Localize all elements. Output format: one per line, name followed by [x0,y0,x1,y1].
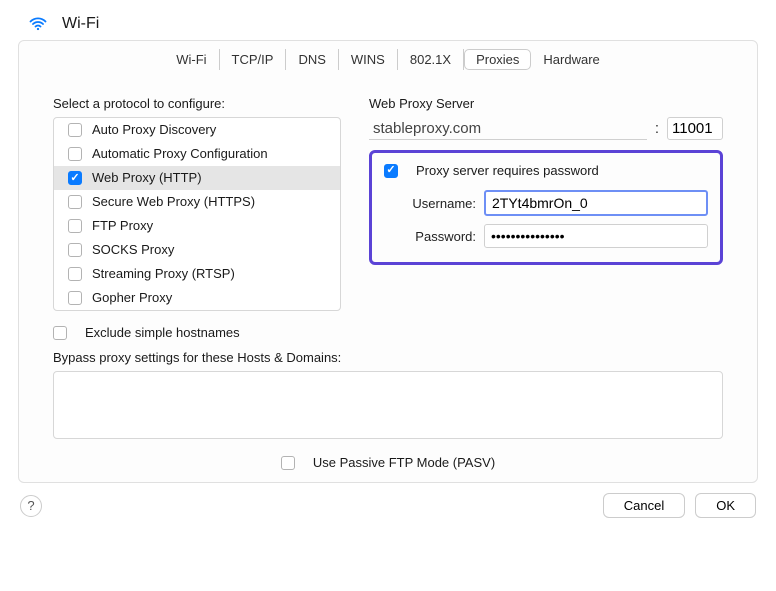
proxy-port-input[interactable] [667,117,723,140]
protocol-item-label: Auto Proxy Discovery [92,121,216,139]
username-input[interactable] [484,190,708,216]
protocol-item-socks-proxy[interactable]: SOCKS Proxy [54,238,340,262]
ok-button[interactable]: OK [695,493,756,518]
bypass-label: Bypass proxy settings for these Hosts & … [53,350,723,365]
tab-proxies[interactable]: Proxies [464,49,531,70]
password-input[interactable] [484,224,708,248]
server-label: Web Proxy Server [369,96,723,111]
server-column: Web Proxy Server : Proxy server requires… [369,96,723,311]
protocol-item-label: Secure Web Proxy (HTTPS) [92,193,255,211]
server-row: : [369,117,723,140]
protocol-list-label: Select a protocol to configure: [53,96,341,111]
protocol-item-label: Streaming Proxy (RTSP) [92,265,235,283]
checkbox-icon[interactable] [68,171,82,185]
footer: ? Cancel OK [0,483,776,528]
protocol-column: Select a protocol to configure: Auto Pro… [53,96,341,311]
protocol-item-web-proxy[interactable]: Web Proxy (HTTP) [54,166,340,190]
tab-wifi[interactable]: Wi-Fi [164,49,219,70]
protocol-item-label: FTP Proxy [92,217,153,235]
checkbox-icon[interactable] [68,123,82,137]
proxy-host-input[interactable] [369,118,647,140]
password-row: Password: [400,224,708,248]
checkbox-icon[interactable] [53,326,67,340]
requires-password-row[interactable]: Proxy server requires password [384,163,708,178]
protocol-item-label: Gopher Proxy [92,289,172,307]
checkbox-icon[interactable] [68,195,82,209]
checkbox-icon[interactable] [384,164,398,178]
protocol-item-auto-discovery[interactable]: Auto Proxy Discovery [54,118,340,142]
protocol-item-streaming-proxy[interactable]: Streaming Proxy (RTSP) [54,262,340,286]
tab-wins[interactable]: WINS [339,49,398,70]
page-title: Wi-Fi [62,15,99,33]
exclude-hostnames-row[interactable]: Exclude simple hostnames [53,325,723,340]
tab-bar: Wi-Fi TCP/IP DNS WINS 802.1X Proxies Har… [19,41,757,76]
tab-hardware[interactable]: Hardware [531,49,611,70]
wifi-icon [28,14,48,34]
checkbox-icon[interactable] [68,147,82,161]
protocol-list[interactable]: Auto Proxy Discovery Automatic Proxy Con… [53,117,341,311]
tab-dns[interactable]: DNS [286,49,338,70]
password-label: Password: [400,229,476,244]
protocol-item-ftp-proxy[interactable]: FTP Proxy [54,214,340,238]
settings-panel: Wi-Fi TCP/IP DNS WINS 802.1X Proxies Har… [18,40,758,483]
wifi-proxy-settings-window: Wi-Fi Wi-Fi TCP/IP DNS WINS 802.1X Proxi… [0,0,776,591]
protocol-item-secure-web-proxy[interactable]: Secure Web Proxy (HTTPS) [54,190,340,214]
protocol-item-auto-config[interactable]: Automatic Proxy Configuration [54,142,340,166]
checkbox-icon[interactable] [68,291,82,305]
checkbox-icon[interactable] [281,456,295,470]
checkbox-icon[interactable] [68,267,82,281]
bypass-textarea[interactable] [53,371,723,439]
pasv-label: Use Passive FTP Mode (PASV) [313,455,495,470]
checkbox-icon[interactable] [68,219,82,233]
content-area: Select a protocol to configure: Auto Pro… [19,76,757,315]
protocol-item-label: Automatic Proxy Configuration [92,145,268,163]
exclude-hostnames-label: Exclude simple hostnames [85,325,240,340]
protocol-item-label: SOCKS Proxy [92,241,174,259]
checkbox-icon[interactable] [68,243,82,257]
window-header: Wi-Fi [0,0,776,40]
tab-8021x[interactable]: 802.1X [398,49,464,70]
auth-highlight-box: Proxy server requires password Username:… [369,150,723,265]
protocol-item-label: Web Proxy (HTTP) [92,169,202,187]
requires-password-label: Proxy server requires password [416,163,599,178]
pasv-row[interactable]: Use Passive FTP Mode (PASV) [19,439,757,482]
help-button[interactable]: ? [20,495,42,517]
protocol-item-gopher-proxy[interactable]: Gopher Proxy [54,286,340,310]
cancel-button[interactable]: Cancel [603,493,685,518]
lower-area: Exclude simple hostnames Bypass proxy se… [19,315,757,439]
host-port-separator: : [655,120,659,137]
tab-tcpip[interactable]: TCP/IP [220,49,287,70]
username-row: Username: [400,190,708,216]
username-label: Username: [400,196,476,211]
